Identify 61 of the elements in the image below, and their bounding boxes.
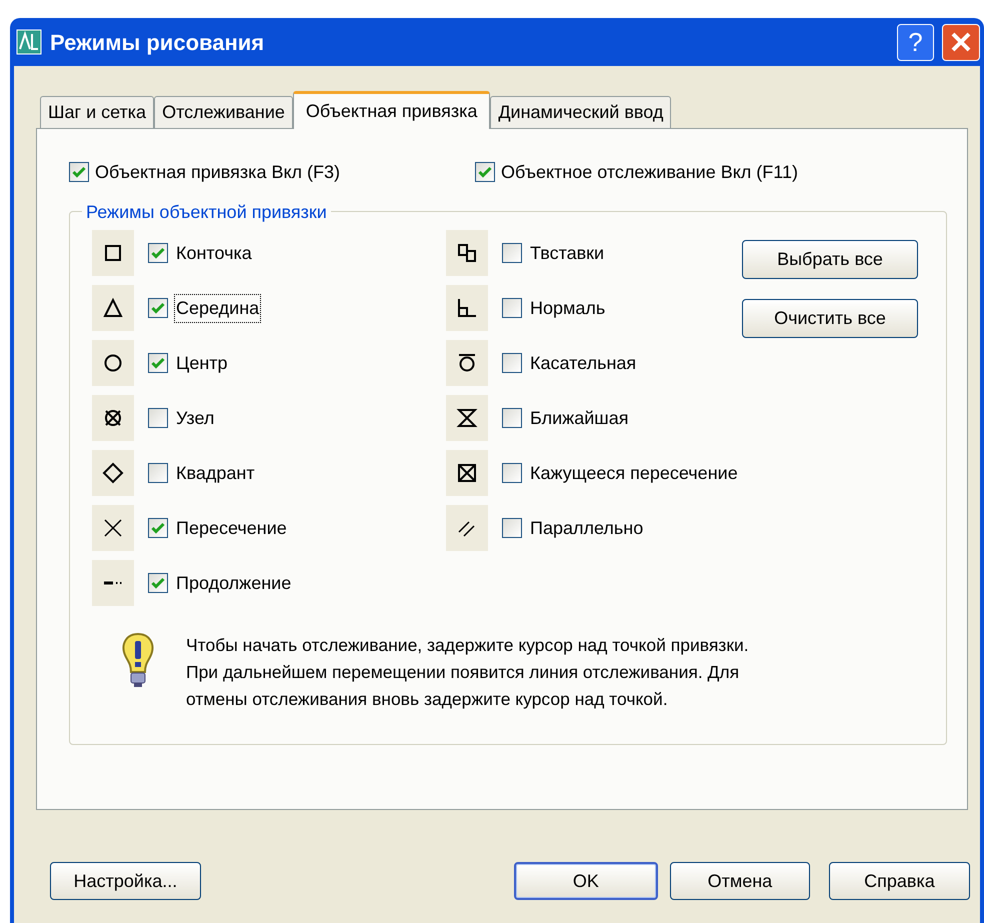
checkbox[interactable] bbox=[148, 353, 168, 373]
triangle-icon bbox=[101, 296, 125, 320]
checkbox[interactable] bbox=[148, 518, 168, 538]
checkbox[interactable] bbox=[148, 408, 168, 428]
checkbox-label[interactable]: Конточка bbox=[174, 238, 254, 268]
push-button[interactable]: Справка bbox=[828, 862, 970, 900]
tab[interactable]: Отслеживание bbox=[154, 96, 293, 128]
checkbox-label[interactable]: Квадрант bbox=[174, 458, 257, 488]
check-icon bbox=[72, 166, 86, 178]
push-button[interactable]: Выбрать все bbox=[742, 240, 918, 279]
check-icon bbox=[151, 577, 165, 589]
hourglass-icon bbox=[455, 406, 479, 430]
checkbox-label[interactable]: Продолжение bbox=[174, 568, 294, 598]
hint-text: Чтобы начать отслеживание, задержите курсор над точкой привязки. При дальнейшем перемещении появится линия отслеживания. Для отмены отслеживания вновь задержите курсор над точкой. bbox=[186, 634, 749, 711]
checkbox-label[interactable]: Узел bbox=[174, 404, 216, 432]
check-icon bbox=[478, 166, 492, 178]
tab[interactable]: Шаг и сетка bbox=[40, 96, 154, 128]
stepped-squares-icon bbox=[455, 241, 479, 265]
checkbox-label[interactable]: Касательная bbox=[528, 348, 638, 378]
checkbox[interactable] bbox=[502, 408, 522, 428]
checkbox[interactable] bbox=[148, 573, 168, 593]
check-icon bbox=[151, 302, 165, 314]
checkbox[interactable] bbox=[148, 463, 168, 483]
checkbox-label[interactable]: Объектное отслеживание Вкл (F11) bbox=[501, 158, 798, 186]
checkbox-label[interactable]: Кажущееся пересечение bbox=[528, 458, 740, 488]
checkbox[interactable] bbox=[148, 243, 168, 263]
push-button[interactable]: Настройка... bbox=[50, 862, 201, 900]
checkbox-label[interactable]: Объектная привязка Вкл (F3) bbox=[95, 158, 340, 186]
checkbox-label[interactable]: Середина bbox=[174, 294, 262, 322]
checkbox-label[interactable]: Ближайшая bbox=[528, 404, 630, 432]
push-button[interactable]: Очистить все bbox=[742, 299, 918, 338]
tab[interactable]: Объектная привязка bbox=[292, 91, 490, 129]
checkbox[interactable] bbox=[502, 298, 522, 318]
perpendicular-icon bbox=[455, 296, 479, 320]
check-icon bbox=[151, 357, 165, 369]
boxed-cross-icon bbox=[455, 461, 479, 485]
dash-dot-icon bbox=[104, 581, 122, 585]
checkbox[interactable] bbox=[502, 353, 522, 373]
app-icon bbox=[16, 29, 42, 55]
tab[interactable]: Динамический ввод bbox=[490, 96, 672, 128]
checkbox-label[interactable]: Параллельно bbox=[528, 514, 646, 542]
check-icon bbox=[151, 522, 165, 534]
window-title: Режимы рисования bbox=[50, 28, 266, 57]
close-icon bbox=[950, 31, 972, 53]
checkbox-label[interactable]: Центр bbox=[174, 348, 230, 378]
checkbox[interactable] bbox=[69, 162, 89, 182]
checkbox[interactable] bbox=[475, 162, 495, 182]
lightbulb-icon bbox=[120, 632, 156, 688]
checkbox[interactable] bbox=[502, 243, 522, 263]
diamond-icon bbox=[101, 461, 125, 485]
help-button[interactable]: ? bbox=[897, 24, 934, 60]
checkbox[interactable] bbox=[502, 463, 522, 483]
checkbox[interactable] bbox=[148, 298, 168, 318]
check-icon bbox=[151, 247, 165, 259]
checkbox-label[interactable]: Твставки bbox=[528, 238, 606, 268]
checkbox[interactable] bbox=[502, 518, 522, 538]
close-button[interactable] bbox=[942, 24, 980, 60]
checkbox-label[interactable]: Нормаль bbox=[528, 294, 608, 322]
push-button[interactable]: Отмена bbox=[670, 862, 810, 900]
push-button[interactable]: OK bbox=[514, 862, 658, 900]
checkbox-label[interactable]: Пересечение bbox=[174, 514, 289, 542]
